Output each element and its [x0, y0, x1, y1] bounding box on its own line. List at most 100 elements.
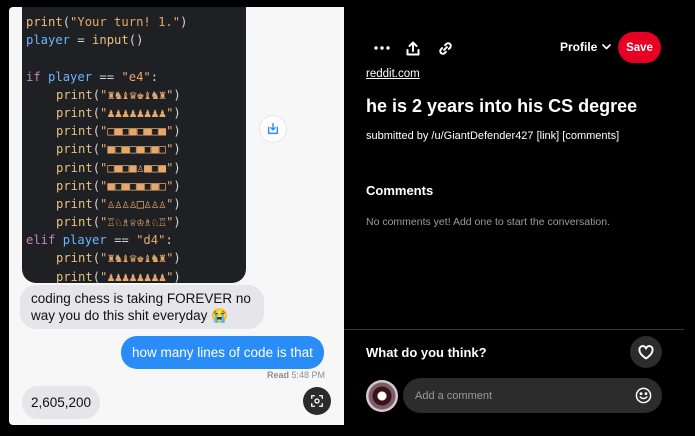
code-line: print("♜♞♝♛♚♝♞♜") [26, 86, 246, 104]
visual-search-button[interactable] [303, 387, 331, 415]
code-token: print [56, 178, 93, 193]
code-token: ( [92, 178, 101, 193]
code-token: "♟♟♟♟♟♟♟♟" [100, 105, 174, 120]
upload-share-icon [406, 41, 420, 55]
code-token: input [92, 33, 129, 48]
code-line: print("Your turn! 1.") [26, 13, 246, 31]
reply-message-bubble: 2,605,200 [22, 386, 101, 419]
code-line: print("♙♙♙♙□♙♙♙") [26, 195, 246, 213]
code-token: "♟♟♟♟♟♟♟♟" [100, 269, 174, 283]
code-token: ) [173, 196, 181, 211]
pin-title: he is 2 years into his CS degree [366, 96, 638, 116]
code-line: elif player == "d4": [26, 231, 246, 249]
read-label: Read [267, 370, 290, 380]
code-token: ) [173, 87, 181, 102]
code-token: print [56, 124, 93, 139]
code-token: == [92, 69, 122, 84]
received-message-bubble: coding chess is taking FOREVER no way yo… [20, 285, 264, 329]
code-token: ) [173, 142, 181, 157]
heart-icon [638, 344, 654, 359]
avatar[interactable] [366, 380, 398, 412]
code-token: () [128, 33, 144, 48]
code-token: "♜♞♝♛♚♝♞♜" [100, 87, 174, 102]
react-button[interactable] [630, 336, 662, 368]
code-token: = [70, 33, 93, 48]
code-token: ( [62, 15, 71, 29]
code-line: player = input() [26, 31, 246, 49]
code-token: "■□■□■□■□" [100, 142, 174, 157]
code-token: ( [92, 196, 101, 211]
code-screenshot: print("Your turn! 1.") player = input() if… [22, 7, 246, 283]
code-token: ) [173, 178, 181, 193]
code-line: print("♜♞♝♛♚♝♞♜") [26, 249, 246, 267]
code-token: "♙♙♙♙□♙♙♙" [100, 196, 174, 211]
pin-details-panel: Profile Save reddit.com he is 2 years in… [344, 0, 695, 436]
code-token: ( [92, 142, 101, 157]
code-token: "Your turn! 1." [70, 15, 181, 29]
source-domain-link[interactable]: reddit.com [366, 68, 420, 80]
code-token: : [150, 69, 159, 84]
code-token: ( [92, 251, 101, 266]
code-token: ( [92, 160, 101, 175]
code-token: player [62, 233, 107, 248]
code-line: print("□■□■♙■□■") [26, 159, 246, 177]
code-token: "d4" [136, 233, 166, 248]
code-token: : [165, 233, 173, 248]
code-token: ) [173, 251, 181, 266]
code-line: print("♟♟♟♟♟♟♟♟") [26, 104, 246, 122]
comment-input[interactable] [415, 389, 635, 402]
code-token: ( [92, 269, 101, 283]
code-token: ) [173, 124, 181, 139]
share-download-icon [267, 123, 279, 135]
code-token: ) [173, 105, 181, 120]
code-token: ( [92, 124, 101, 139]
copy-link-button[interactable] [435, 38, 455, 58]
reaction-prompt: What do you think? [366, 345, 487, 360]
code-line: print("■□■□■□■□") [26, 140, 246, 158]
code-token: print [56, 196, 93, 211]
lens-icon [311, 395, 323, 407]
comments-heading: Comments [366, 183, 434, 198]
profile-label: Profile [560, 40, 598, 54]
code-line: print("♟♟♟♟♟♟♟♟") [26, 268, 246, 283]
code-token: "♜♞♝♛♚♝♞♜" [100, 251, 174, 266]
code-token: ( [92, 215, 101, 230]
code-token: player [48, 69, 93, 84]
divider [344, 329, 684, 330]
more-options-button[interactable] [372, 38, 392, 58]
code-token: print [56, 215, 93, 230]
code-line: if player == "e4": [26, 68, 246, 86]
share-button[interactable] [403, 38, 423, 58]
code-line: print("□■□■□■□■") [26, 122, 246, 140]
code-token: ) [180, 15, 188, 29]
code-token: print [56, 142, 93, 157]
code-token: "□■□■♙■□■" [100, 160, 174, 175]
code-token: ) [173, 160, 181, 175]
code-line: print("♖♘♗♕♔♗♘♖") [26, 213, 246, 231]
code-token: "□■□■□■□■" [100, 124, 174, 139]
code-token: ( [92, 105, 101, 120]
code-token: "♖♘♗♕♔♗♘♖" [100, 215, 174, 230]
save-button[interactable]: Save [618, 32, 661, 63]
no-comments-text: No comments yet! Add one to start the co… [366, 216, 610, 228]
code-token: print [56, 160, 93, 175]
chevron-down-icon [602, 44, 612, 50]
code-token: ) [173, 269, 181, 283]
more-horizontal-icon [374, 46, 390, 50]
profile-dropdown[interactable]: Profile [560, 40, 612, 54]
image-share-button[interactable] [259, 115, 287, 143]
code-token: print [56, 105, 93, 120]
link-icon [438, 41, 452, 55]
code-token: elif [26, 233, 56, 248]
code-token: print [26, 15, 63, 29]
comment-field[interactable] [403, 378, 662, 413]
code-token: if [26, 69, 41, 84]
pin-image[interactable]: print("Your turn! 1.") player = input() if… [9, 7, 344, 425]
code-token: ( [92, 87, 101, 102]
pin-image-panel: print("Your turn! 1.") player = input() if… [0, 0, 344, 436]
emoji-icon[interactable] [635, 387, 652, 404]
sent-message-bubble: how many lines of code is that [121, 336, 324, 369]
